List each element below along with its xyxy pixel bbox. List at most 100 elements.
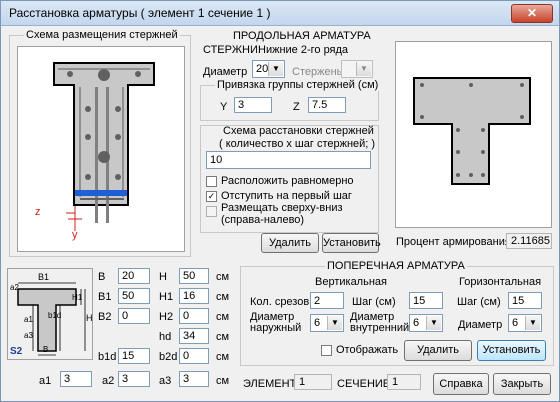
dim-a1-input[interactable] [60,371,92,387]
dim-h1-input[interactable] [179,288,209,304]
dim-h-label: H [86,313,93,323]
layout-subtitle: ( количество х шаг стержней; ) [219,138,376,150]
dim-unit-5: см [216,375,230,387]
dim-unit-0: см [216,271,230,283]
show-label: Отображать [336,344,399,356]
topdown-checkbox[interactable] [206,206,217,217]
step-v-input[interactable] [409,292,443,309]
inner-diameter-value: 6 [413,317,420,329]
chevron-down-icon: ▼ [327,316,342,330]
dim-b-label: B [43,345,49,354]
horizontal-label: Горизонтальная [459,276,542,288]
scheme-drawing [53,62,155,231]
cuts-label: Кол. срезов [250,296,310,308]
long-delete-button[interactable]: Удалить [261,233,319,253]
first-step-label: Отступить на первый шаг [221,190,352,202]
dim-s2-label: S2 [10,346,23,357]
dim-b-field-label: B [98,271,106,283]
dim-b2-field-label: B2 [98,311,112,323]
scheme-title: Схема размещения стержней [24,29,180,41]
dim-h-input[interactable] [179,268,209,284]
dim-h1-label: H1 [72,293,83,302]
rod-select[interactable]: ▼ [341,60,373,78]
dim-unit-4: см [216,351,230,363]
anchor-z-label: Z [293,101,300,113]
dim-b-input[interactable] [118,268,150,284]
outer-diameter-select[interactable]: 6 ▼ [310,314,344,332]
outer-diameter-label-2: наружный [250,322,302,334]
section-preview [395,41,552,228]
transverse-title: ПОПЕРЕЧНАЯ АРМАТУРА [325,260,467,272]
even-checkbox[interactable] [206,176,217,187]
element-value: 1 [294,374,332,390]
dim-a2-label: a2 [10,283,19,292]
horizontal-diameter-select[interactable]: 6 ▼ [508,314,542,332]
dim-b1d-field-label: b1d [98,351,117,363]
cuts-input[interactable] [310,292,344,309]
axis-y-label: y [72,229,78,241]
dim-unit-1: см [216,291,230,303]
long-set-button[interactable]: Установить [322,233,381,253]
dim-a1-field-label: a1 [39,375,52,387]
first-step-checkbox[interactable]: ✓ [206,191,217,202]
element-label: ЭЛЕМЕНТ [243,378,297,390]
anchor-title: Привязка группы стержней (см) [215,79,381,91]
layout-title: Схема расстановки стержней [223,125,374,137]
inner-diameter-select[interactable]: 6 ▼ [409,314,443,332]
close-icon[interactable]: ✕ [511,4,553,23]
dim-unit-2: см [216,311,230,323]
dim-b2d-input[interactable] [179,348,209,364]
help-button[interactable]: Справка [433,373,489,395]
dim-h2-input[interactable] [179,308,209,324]
close-button[interactable]: Закрыть [493,373,551,395]
layout-input[interactable] [206,151,371,169]
percent-value: 2.11685 [506,233,552,249]
section-label: СЕЧЕНИЕ [337,378,391,390]
dim-b1-label: B1 [38,272,50,282]
dim-a2-input[interactable] [118,371,150,387]
window-title: Расстановка арматуры ( элемент 1 сечение… [9,6,271,20]
dim-a3-label: a3 [24,331,33,340]
rebar-row-highlight [75,190,127,196]
percent-label: Процент армирования [396,236,511,248]
dim-a3-field-label: a3 [159,375,172,387]
horizontal-diameter-label: Диаметр [458,319,503,331]
dim-b1d-input[interactable] [118,348,150,364]
scheme-canvas [17,46,185,252]
dim-a3-input[interactable] [179,371,209,387]
transverse-set-button[interactable]: Установить [477,340,546,361]
transverse-delete-button[interactable]: Удалить [404,340,472,361]
title-bar: Расстановка арматуры ( элемент 1 сечение… [1,1,559,26]
anchor-y-input[interactable] [234,97,272,113]
diameter-select[interactable]: 20 ▼ [252,60,285,78]
chevron-down-icon: ▼ [356,62,371,76]
section-value: 1 [387,374,421,390]
rods-label: СТЕРЖНИ: [203,44,261,56]
diameter-label: Диаметр [203,66,248,78]
axis-z-label: z [35,206,41,218]
even-label: Расположить равномерно [221,175,354,187]
dim-b1-field-label: B1 [98,291,112,303]
dim-h1-field-label: H1 [159,291,174,303]
chevron-down-icon: ▼ [268,62,283,76]
show-checkbox[interactable] [321,345,332,356]
topdown-label-1: Размещать сверху-вниз [221,202,343,214]
dim-b1d-label: b1d [48,311,62,320]
dim-hd-input[interactable] [179,328,209,344]
step-h-input[interactable] [508,292,542,309]
rod-label: Стержень [292,66,343,78]
step-h-label: Шаг (см) [457,296,501,308]
chevron-down-icon: ▼ [525,316,540,330]
anchor-z-input[interactable] [308,97,346,113]
step-v-label: Шаг (см) [352,296,396,308]
chevron-down-icon: ▼ [426,316,441,330]
vertical-label: Вертикальная [315,276,387,288]
topdown-label-2: (справа-налево) [221,214,305,226]
dim-b2-input[interactable] [118,308,150,324]
dim-b1-input[interactable] [118,288,150,304]
dim-a1-label: a1 [24,315,33,324]
inner-diameter-label-2: внутренний [350,322,410,334]
section-preview-drawing [413,77,531,185]
dialog-window: Расстановка арматуры ( элемент 1 сечение… [0,0,560,402]
dim-unit-3: см [216,331,230,343]
